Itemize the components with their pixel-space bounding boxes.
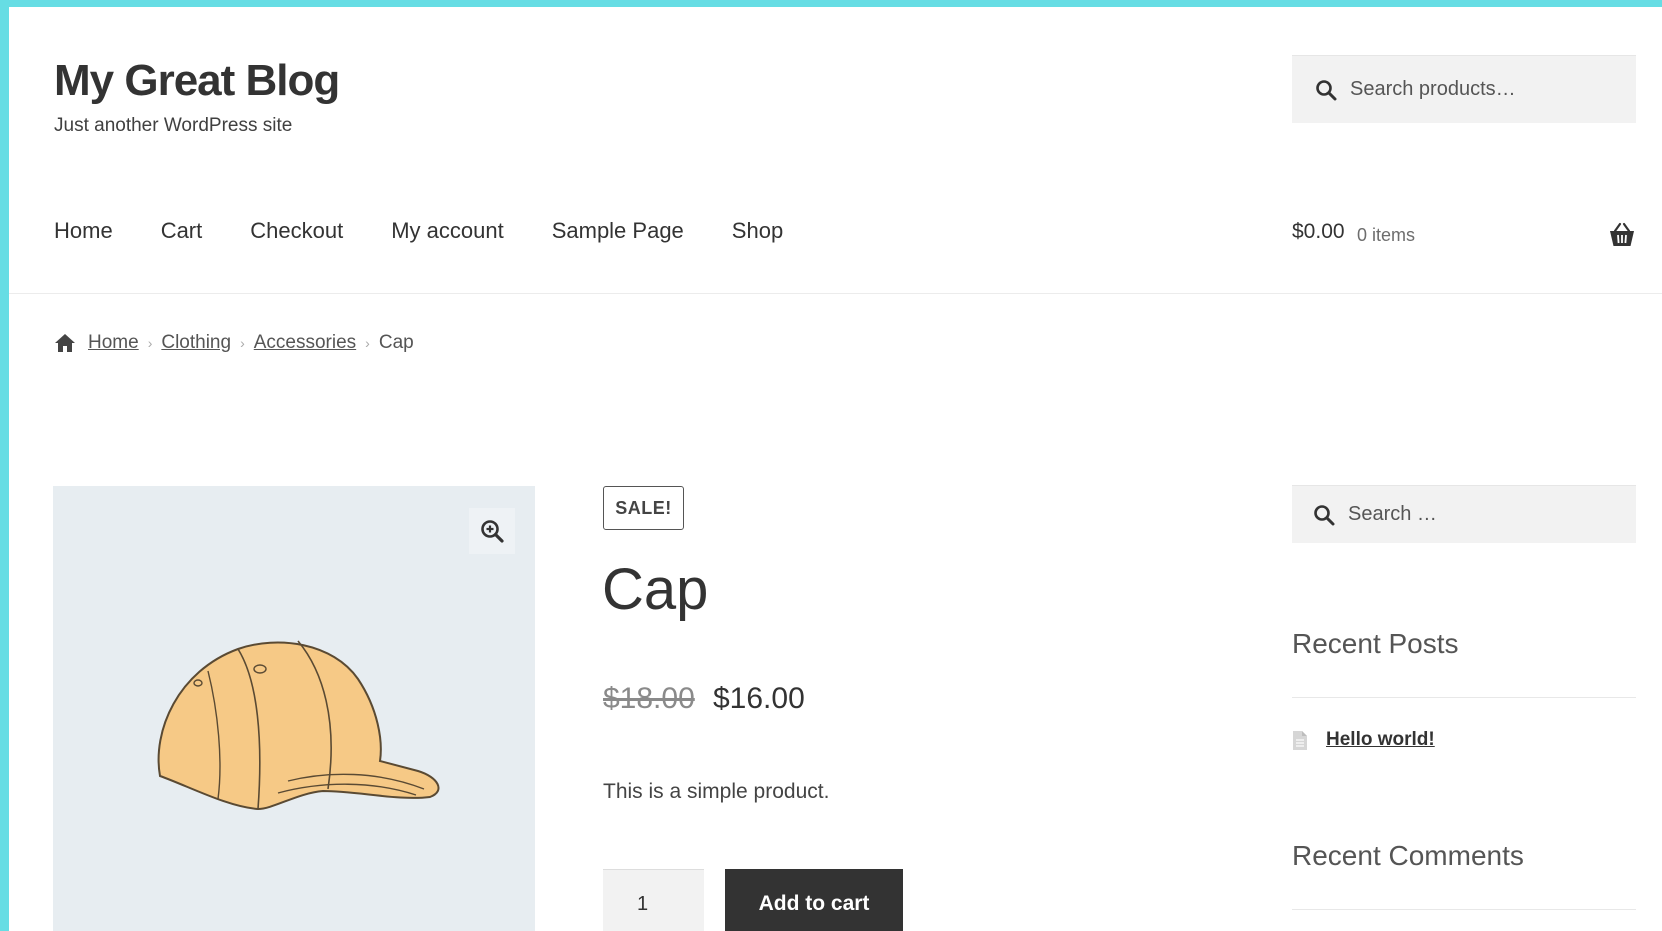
breadcrumb-link-home[interactable]: Home bbox=[88, 332, 139, 354]
site-tagline: Just another WordPress site bbox=[54, 115, 293, 136]
window-frame-top bbox=[0, 0, 1662, 7]
window-frame-left bbox=[0, 0, 9, 931]
sale-badge: SALE! bbox=[603, 486, 684, 530]
product-title: Cap bbox=[602, 557, 709, 622]
original-price: $18.00 bbox=[603, 682, 695, 715]
search-icon bbox=[1314, 504, 1335, 525]
recent-post-link[interactable]: Hello world! bbox=[1326, 729, 1435, 751]
recent-posts-title: Recent Posts bbox=[1292, 628, 1459, 659]
product-image-cap[interactable] bbox=[148, 631, 448, 821]
breadcrumb: Home › Clothing › Accessories › Cap bbox=[54, 332, 414, 354]
nav-item-checkout[interactable]: Checkout bbox=[250, 218, 343, 244]
primary-navigation: Home Cart Checkout My account Sample Pag… bbox=[54, 218, 831, 244]
sale-price: $16.00 bbox=[713, 682, 805, 715]
sidebar-search-input[interactable] bbox=[1348, 503, 1628, 526]
zoom-button[interactable] bbox=[469, 508, 515, 554]
search-icon bbox=[1316, 79, 1337, 100]
product-gallery[interactable] bbox=[53, 486, 535, 931]
document-icon bbox=[1293, 730, 1307, 750]
recent-comments-title: Recent Comments bbox=[1292, 840, 1524, 871]
breadcrumb-separator-icon: › bbox=[240, 335, 245, 351]
breadcrumb-separator-icon: › bbox=[365, 335, 370, 351]
header-search-form bbox=[1292, 55, 1636, 123]
recent-comments-divider bbox=[1292, 909, 1636, 910]
zoom-in-icon bbox=[481, 520, 504, 543]
breadcrumb-current: Cap bbox=[378, 332, 414, 353]
recent-post-item: Hello world! bbox=[1292, 729, 1435, 751]
header-divider bbox=[9, 293, 1662, 294]
home-icon bbox=[55, 334, 75, 352]
breadcrumb-link-clothing[interactable]: Clothing bbox=[161, 332, 231, 354]
nav-item-sample-page[interactable]: Sample Page bbox=[552, 218, 684, 244]
basket-icon[interactable] bbox=[1608, 222, 1636, 248]
nav-item-cart[interactable]: Cart bbox=[161, 218, 203, 244]
add-to-cart-button[interactable]: Add to cart bbox=[725, 869, 903, 931]
breadcrumb-separator-icon: › bbox=[147, 335, 153, 351]
recent-posts-divider bbox=[1292, 697, 1636, 698]
header-search-input[interactable] bbox=[1350, 78, 1630, 101]
product-short-description: This is a simple product. bbox=[603, 780, 830, 803]
sidebar-search-form bbox=[1292, 485, 1636, 543]
cart-total[interactable]: $0.00 bbox=[1292, 220, 1345, 244]
nav-item-home[interactable]: Home bbox=[54, 218, 113, 244]
breadcrumb-link-accessories[interactable]: Accessories bbox=[254, 332, 356, 354]
cart-item-count[interactable]: 0 items bbox=[1357, 225, 1415, 246]
nav-item-shop[interactable]: Shop bbox=[732, 218, 783, 244]
nav-item-my-account[interactable]: My account bbox=[391, 218, 504, 244]
quantity-input[interactable] bbox=[603, 869, 704, 931]
site-title[interactable]: My Great Blog bbox=[54, 56, 340, 106]
